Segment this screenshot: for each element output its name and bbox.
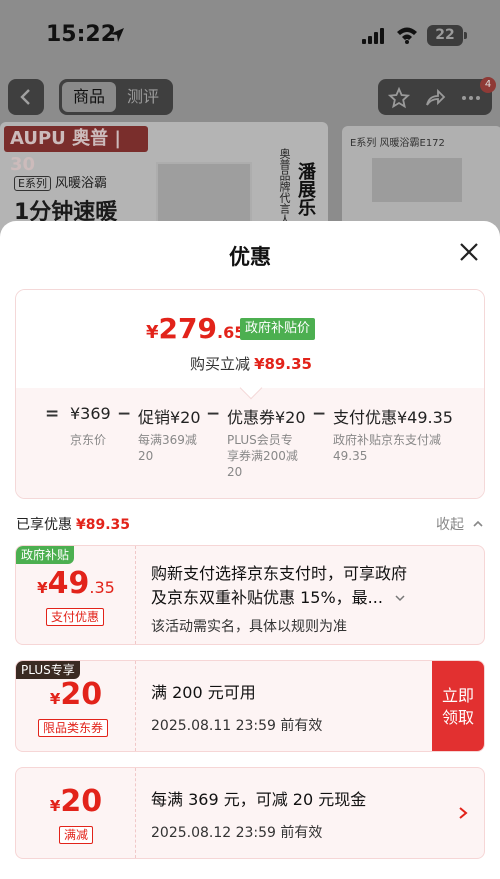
coupon-amount: ¥20 [16, 784, 136, 819]
coupon-amount: ¥49.35 [16, 566, 136, 601]
series-tag: E系列 [14, 176, 51, 191]
minus-sign: − [117, 404, 132, 424]
tab-review[interactable]: 测评 [116, 82, 170, 112]
coupon-amount-area: 政府补贴 ¥49.35 支付优惠 [16, 546, 136, 644]
back-button[interactable] [8, 79, 44, 115]
equals-sign: = [45, 404, 60, 424]
collapse-label: 收起 [436, 517, 464, 533]
saving-label: 购买立减 [190, 355, 251, 373]
coupon-validity: 2025.08.12 23:59 前有效 [151, 825, 323, 841]
notification-badge: 4 [480, 77, 496, 93]
top-nav: 商品 测评 4 [0, 77, 500, 117]
coupon-gov-subsidy[interactable]: 政府补贴 ¥49.35 支付优惠 购新支付选择京东支付时，可享政府 及京东双重补… [15, 545, 485, 645]
series-name: 风暖浴霸 [54, 176, 107, 191]
term-base-price: ¥369 [70, 404, 111, 423]
term-base-price-label: 京东价 [70, 433, 107, 447]
price-summary: ¥279.65 政府补贴价 购买立减 ¥89.35 [16, 290, 484, 388]
chevron-down-icon[interactable] [394, 593, 406, 603]
coupon-divider [135, 768, 136, 858]
enjoyed-amount: ¥89.35 [76, 517, 131, 533]
thumbnail-image [372, 158, 462, 202]
coupon-description: 每满 369 元，可减 20 元现金 [151, 790, 367, 809]
term-promotion: 促销¥20 [138, 408, 201, 427]
instant-saving: 购买立减 ¥89.35 [16, 353, 484, 374]
amount-integer: 20 [60, 784, 103, 819]
term-coupon-label: PLUS会员专 享券满200减 20 [227, 433, 298, 479]
term-coupon: 优惠券¥20 [227, 408, 306, 427]
amount-integer: 49 [47, 566, 90, 601]
coupon-description-line1: 购新支付选择京东支付时，可享政府 [151, 564, 408, 583]
amount-decimal: .35 [89, 578, 115, 597]
coupon-divider [135, 546, 136, 644]
thumbnail-label: E系列 风暖浴霸E172 [350, 138, 445, 149]
minus-sign: − [206, 404, 221, 424]
nav-tabs: 商品 测评 [59, 79, 173, 115]
collapse-toggle[interactable]: 收起 [436, 514, 484, 534]
cellular-signal-icon [362, 28, 384, 44]
wifi-icon [397, 27, 417, 44]
location-arrow-icon [110, 28, 124, 42]
tab-product[interactable]: 商品 [62, 82, 116, 112]
spokesperson-name: 潘展乐 [295, 162, 316, 216]
term-promotion-label: 每满369减 20 [138, 433, 197, 463]
final-price: ¥279.65 [146, 312, 245, 345]
amount-currency: ¥ [37, 579, 48, 597]
sheet-title: 优惠 [229, 245, 271, 269]
close-icon[interactable] [458, 241, 480, 263]
battery-indicator: 22 [427, 25, 467, 46]
coupon-validity: 2025.08.11 23:59 前有效 [151, 718, 323, 734]
coupon-amount: ¥20 [16, 677, 136, 712]
amount-currency: ¥ [49, 690, 61, 708]
nav-actions [378, 79, 492, 115]
share-icon[interactable] [424, 87, 446, 109]
coupon-amount-area: PLUS专享 ¥20 限品类东券 [16, 661, 136, 751]
enjoyed-label: 已享优惠 [16, 517, 72, 533]
amount-integer: 20 [60, 677, 103, 712]
price-breakdown: ¥279.65 政府补贴价 购买立减 ¥89.35 = ¥369 京东价 − 促销… [15, 289, 485, 499]
saving-amount: ¥89.35 [254, 355, 312, 373]
discount-sheet: 优惠 ¥279.65 政府补贴价 购买立减 ¥89.35 = ¥369 京东价 −… [0, 221, 500, 879]
coupon-full-reduction[interactable]: ¥20 满减 每满 369 元，可减 20 元现金 2025.08.12 23:… [15, 767, 485, 859]
coupon-type-label: 支付优惠 [46, 608, 105, 626]
minus-sign: − [312, 404, 327, 424]
status-bar: 15:22 22 [0, 0, 500, 70]
coupon-description: 满 200 元可用 [151, 683, 256, 702]
spokesperson-label: 奥普品牌代言人 [278, 148, 291, 225]
claim-coupon-button[interactable]: 立即 领取 [432, 661, 484, 751]
price-integer: 279 [158, 312, 217, 345]
coupon-divider [135, 661, 136, 751]
status-time: 15:22 [46, 22, 117, 47]
price-currency: ¥ [146, 322, 159, 343]
coupon-description-line2: 及京东双重补贴优惠 15%，最... [151, 586, 407, 610]
term-payment: 支付优惠¥49.35 [333, 408, 453, 427]
series-label: E系列 风暖浴霸 [14, 172, 111, 191]
gov-subsidy-tag: 政府补贴价 [240, 318, 316, 340]
enjoyed-discount: 已享优惠 ¥89.35 [16, 514, 130, 534]
brand-logo: AUPU 奥普 | 30 [4, 126, 148, 175]
term-payment-label: 政府补贴京东支付减 49.35 [333, 433, 442, 463]
coupon-note: 该活动需实名，具体以规则为准 [151, 619, 347, 635]
chevron-right-icon[interactable] [458, 806, 468, 820]
chevron-left-icon [20, 89, 30, 105]
coupon-type-label: 满减 [59, 826, 94, 844]
coupon-description-line2-text: 及京东双重补贴优惠 15%，最... [151, 588, 383, 607]
more-icon[interactable] [460, 87, 482, 109]
coupon-type-label: 限品类东券 [38, 719, 109, 737]
coupon-description: 购新支付选择京东支付时，可享政府 及京东双重补贴优惠 15%，最... [151, 562, 407, 610]
coupon-plus[interactable]: PLUS专享 ¥20 限品类东券 满 200 元可用 2025.08.11 23… [15, 660, 485, 752]
coupon-amount-area: ¥20 满减 [16, 768, 136, 858]
amount-currency: ¥ [49, 797, 61, 815]
coupon-tag: 政府补贴 [16, 546, 75, 564]
star-icon[interactable] [388, 87, 410, 109]
chevron-up-icon [473, 520, 484, 527]
